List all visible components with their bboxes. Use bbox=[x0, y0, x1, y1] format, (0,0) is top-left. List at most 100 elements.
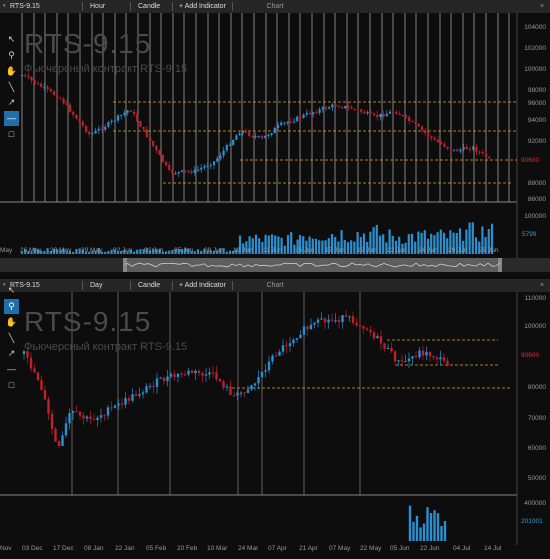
symbol-selector[interactable]: RTS-9.15 bbox=[10, 3, 40, 10]
candle-body bbox=[204, 374, 208, 376]
candle-body bbox=[400, 360, 404, 362]
date-tick: 24 Jun bbox=[418, 247, 438, 254]
candle-body bbox=[43, 86, 46, 88]
chart-type-selector[interactable]: Candle bbox=[138, 282, 160, 289]
candle-body bbox=[139, 121, 142, 127]
candle-body bbox=[75, 411, 78, 413]
candle-body bbox=[348, 316, 351, 318]
candle-body bbox=[54, 429, 57, 442]
menu-icon[interactable]: ▾ bbox=[3, 3, 6, 9]
price-axis[interactable]: 104000 102000 100000 98000 96000 94000 9… bbox=[517, 0, 550, 245]
add-indicator-button[interactable]: + Add Indicator bbox=[179, 282, 226, 289]
candle-body bbox=[81, 121, 84, 126]
volume-bar bbox=[419, 527, 422, 541]
candle-body bbox=[383, 343, 386, 349]
candle-body bbox=[82, 415, 85, 419]
candle-body bbox=[91, 133, 94, 135]
candle-body bbox=[443, 144, 446, 147]
candle-body bbox=[435, 357, 439, 360]
candle-body bbox=[302, 114, 305, 118]
candle-body bbox=[71, 411, 75, 413]
horizontal-line-icon[interactable]: — bbox=[4, 362, 19, 377]
date-tick: 20 Feb bbox=[177, 545, 198, 552]
candle-body bbox=[404, 361, 407, 363]
hand-icon[interactable]: ✋ bbox=[4, 64, 19, 79]
date-tick: 17 Dec bbox=[53, 545, 74, 552]
zoom-icon[interactable]: ⚲ bbox=[4, 48, 19, 63]
candle-body bbox=[219, 155, 222, 159]
time-axis[interactable]: May 26 May 28 May 29 May 02 Jun 03 Jun 0… bbox=[0, 246, 517, 256]
interval-selector[interactable]: Hour bbox=[90, 3, 105, 10]
candle-body bbox=[459, 149, 462, 152]
candle-body bbox=[222, 381, 225, 388]
rectangle-icon[interactable]: □ bbox=[4, 378, 19, 393]
candle-body bbox=[89, 416, 92, 420]
price-axis[interactable]: 110000 100000 80000 70000 60000 50000 40… bbox=[517, 279, 550, 532]
candle-body bbox=[229, 386, 232, 396]
candle-body bbox=[369, 329, 372, 333]
navigator-sparkline bbox=[124, 262, 501, 268]
candle-body bbox=[379, 114, 382, 118]
candle-body bbox=[169, 374, 173, 377]
candle-body bbox=[296, 116, 299, 122]
candle-body bbox=[123, 112, 126, 115]
zoom-icon[interactable]: ⚲ bbox=[4, 299, 19, 314]
hand-icon[interactable]: ✋ bbox=[4, 315, 19, 330]
volume-bar bbox=[436, 513, 440, 541]
candle-body bbox=[85, 416, 89, 419]
candle-body bbox=[84, 125, 88, 132]
date-tick: 29 Jun bbox=[479, 247, 499, 254]
candle-body bbox=[138, 394, 141, 396]
rectangle-icon[interactable]: □ bbox=[4, 127, 19, 142]
add-indicator-button[interactable]: + Add Indicator bbox=[179, 3, 226, 10]
candle-body bbox=[393, 351, 397, 362]
date-tick: 29 May bbox=[81, 247, 103, 254]
candle-body bbox=[327, 319, 330, 323]
candle-body bbox=[190, 370, 194, 374]
candle-body bbox=[334, 104, 337, 107]
candle-body bbox=[351, 316, 355, 323]
navigator-strip[interactable] bbox=[0, 258, 550, 272]
horizontal-line-icon[interactable]: — bbox=[4, 111, 19, 126]
date-tick: 05 Jun bbox=[174, 247, 194, 254]
time-axis[interactable]: Nov 03 Dec 17 Dec 08 Jan 22 Jan 05 Feb 2… bbox=[0, 544, 517, 554]
volume-bar bbox=[422, 523, 426, 541]
candle-body bbox=[425, 351, 428, 356]
line-icon[interactable]: ╲ bbox=[4, 331, 19, 346]
price-tick: 102000 bbox=[524, 45, 546, 52]
candle-body bbox=[313, 322, 316, 325]
arrow-icon[interactable]: ↗ bbox=[4, 346, 19, 361]
candle-body bbox=[57, 441, 61, 446]
candle-body bbox=[43, 390, 47, 400]
price-tick: 98000 bbox=[527, 87, 546, 94]
candle-body bbox=[248, 132, 251, 136]
cursor-icon[interactable]: ↖ bbox=[4, 32, 19, 47]
candle-body bbox=[184, 170, 187, 172]
chart-type-selector[interactable]: Candle bbox=[138, 3, 160, 10]
line-icon[interactable]: ╲ bbox=[4, 80, 19, 95]
candle-body bbox=[190, 171, 193, 173]
candle-body bbox=[418, 350, 421, 358]
candle-body bbox=[50, 413, 54, 430]
arrow-icon[interactable]: ↗ bbox=[4, 95, 19, 110]
candle-body bbox=[440, 142, 443, 145]
date-tick: 16 Jun bbox=[295, 247, 315, 254]
candle-body bbox=[449, 148, 452, 150]
candle-body bbox=[78, 118, 81, 122]
candle-body bbox=[421, 350, 425, 356]
candle-body bbox=[212, 161, 216, 166]
date-tick: 10 Jun bbox=[233, 247, 253, 254]
candle-body bbox=[257, 377, 260, 384]
candle-body bbox=[330, 319, 334, 321]
candle-body bbox=[120, 403, 124, 405]
candle-body bbox=[273, 127, 276, 134]
navigator-line bbox=[124, 262, 501, 268]
candle-body bbox=[235, 135, 238, 140]
candle-body bbox=[337, 320, 341, 323]
candle-body bbox=[113, 405, 117, 408]
candle-body bbox=[411, 121, 414, 123]
candle-body bbox=[253, 383, 257, 386]
interval-selector[interactable]: Day bbox=[90, 282, 102, 289]
candle-body bbox=[250, 385, 253, 390]
cursor-icon[interactable]: ↖ bbox=[4, 283, 19, 298]
